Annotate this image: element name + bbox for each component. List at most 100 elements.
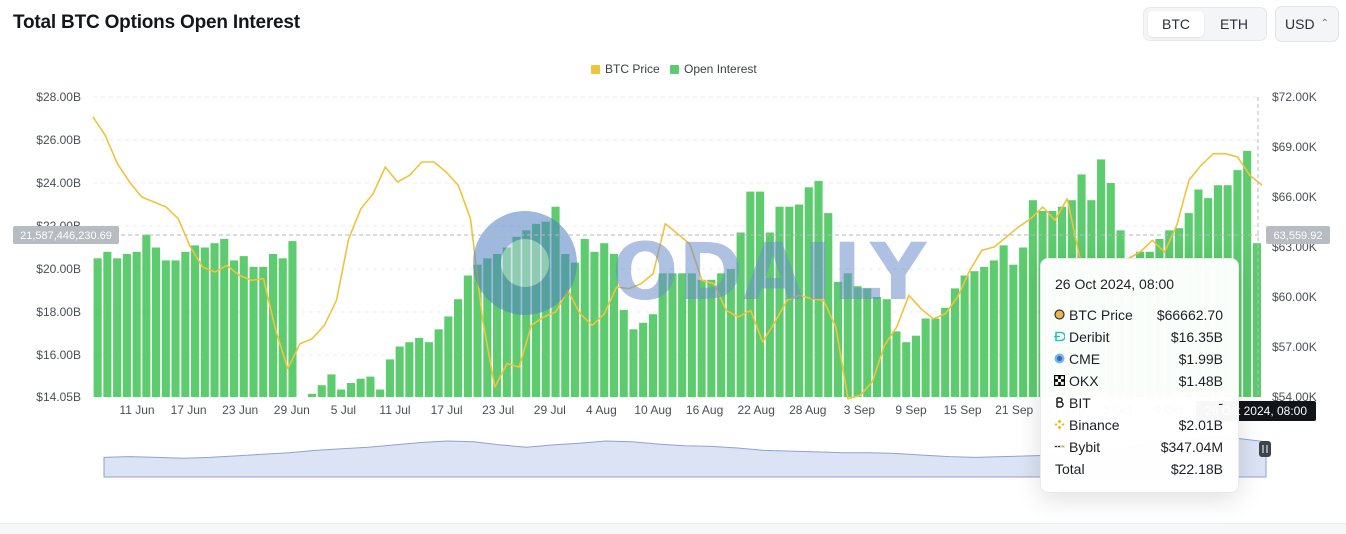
open-interest-bar bbox=[941, 307, 950, 397]
open-interest-bar bbox=[921, 318, 930, 397]
page-footer-divider bbox=[0, 523, 1346, 534]
open-interest-bar bbox=[113, 258, 122, 397]
open-interest-bar bbox=[424, 342, 433, 397]
tooltip-row-value: $347.04M bbox=[1160, 439, 1223, 455]
open-interest-bar bbox=[181, 251, 190, 397]
open-interest-bar bbox=[931, 318, 940, 397]
x-axis-tick-label: 4 Aug bbox=[586, 403, 617, 417]
chart-tooltip: 26 Oct 2024, 08:00 BTC Price $66662.70 Der… bbox=[1040, 258, 1239, 493]
open-interest-bar bbox=[415, 337, 424, 397]
tooltip-row-label: CME bbox=[1069, 351, 1101, 367]
x-axis-tick-label: 22 Aug bbox=[738, 403, 775, 417]
x-axis-tick-label: 5 Jul bbox=[331, 403, 356, 417]
odaily-watermark: ODAILY bbox=[473, 211, 928, 318]
binance-icon bbox=[1054, 419, 1065, 430]
x-axis-tick-label: 23 Jun bbox=[222, 403, 258, 417]
crosshair-right-readout: 63,559.92 bbox=[1274, 230, 1323, 242]
tooltip-row: OKX $1.48B bbox=[1054, 373, 1223, 391]
open-interest-bar bbox=[434, 329, 443, 397]
open-interest-bar bbox=[288, 241, 297, 397]
open-interest-bar bbox=[356, 378, 365, 397]
bybit-icon bbox=[1054, 441, 1065, 452]
tooltip-row-label: Binance bbox=[1069, 417, 1120, 433]
tooltip-row-label: Total bbox=[1055, 461, 1085, 477]
tooltip-row-value: $2.01B bbox=[1178, 417, 1223, 433]
open-interest-bar bbox=[648, 314, 657, 397]
left-axis-tick-label: $18.00B bbox=[36, 305, 81, 319]
okx-icon bbox=[1054, 375, 1065, 386]
open-interest-bar bbox=[385, 359, 394, 397]
navigator-handle[interactable] bbox=[1259, 441, 1271, 457]
right-axis-tick-label: $57.00K bbox=[1272, 340, 1317, 354]
open-interest-bar bbox=[171, 260, 180, 397]
x-axis-tick-label: 17 Jul bbox=[431, 403, 463, 417]
open-interest-bar bbox=[405, 342, 414, 397]
open-interest-bar bbox=[269, 254, 278, 397]
open-interest-bar bbox=[960, 275, 969, 397]
tooltip-row-value: $1.99B bbox=[1178, 351, 1223, 367]
tooltip-row: Total $22.18B bbox=[1054, 461, 1223, 479]
tooltip-row-value: - bbox=[1218, 395, 1223, 411]
open-interest-bar bbox=[444, 316, 453, 397]
left-axis-tick-label: $24.00B bbox=[36, 176, 81, 190]
open-interest-bar bbox=[1243, 150, 1252, 397]
open-interest-bar bbox=[307, 393, 316, 397]
cme-icon bbox=[1054, 353, 1065, 364]
left-axis-tick-label: $26.00B bbox=[36, 133, 81, 147]
open-interest-bar bbox=[999, 245, 1008, 397]
open-interest-bar bbox=[142, 234, 151, 397]
deribit-icon bbox=[1054, 331, 1065, 342]
right-axis-tick-label: $60.00K bbox=[1272, 290, 1317, 304]
open-interest-bar bbox=[93, 258, 102, 397]
open-interest-bar bbox=[970, 271, 979, 397]
tooltip-row-value: $1.48B bbox=[1178, 373, 1223, 389]
x-axis-tick-label: 29 Jul bbox=[534, 403, 566, 417]
open-interest-bar bbox=[327, 374, 336, 397]
open-interest-bar bbox=[989, 260, 998, 397]
open-interest-bar bbox=[454, 299, 463, 397]
open-interest-bar bbox=[366, 376, 375, 397]
x-axis-tick-label: 21 Sep bbox=[995, 403, 1033, 417]
left-axis-tick-label: $28.00B bbox=[36, 90, 81, 104]
open-interest-bar bbox=[210, 243, 219, 397]
open-interest-bar bbox=[980, 266, 989, 397]
tooltip-row-label: BTC Price bbox=[1069, 307, 1133, 323]
tooltip-row-label: Bybit bbox=[1069, 439, 1101, 455]
open-interest-bar bbox=[220, 238, 229, 397]
x-axis-tick-label: 11 Jul bbox=[379, 403, 410, 417]
open-interest-bar bbox=[346, 383, 355, 397]
tooltip-row: BIT - bbox=[1054, 395, 1223, 413]
open-interest-bar bbox=[161, 260, 170, 397]
open-interest-bar bbox=[911, 335, 920, 397]
watermark-logo-inner bbox=[501, 239, 549, 287]
open-interest-bar bbox=[639, 322, 648, 397]
tooltip-row-value: $66662.70 bbox=[1156, 307, 1223, 323]
open-interest-bar bbox=[629, 329, 638, 397]
right-axis-tick-label: $66.00K bbox=[1272, 190, 1317, 204]
left-axis-tick-label: $20.00B bbox=[36, 262, 81, 276]
tooltip-row-label: Deribit bbox=[1069, 329, 1110, 345]
tooltip-row: BTC Price $66662.70 bbox=[1054, 307, 1223, 325]
crosshair-left-readout: 21,587,446,230.69 bbox=[20, 230, 112, 242]
x-axis-tick-label: 17 Jun bbox=[171, 403, 207, 417]
tooltip-row: Bybit $347.04M bbox=[1054, 439, 1223, 457]
open-interest-bar bbox=[892, 331, 901, 397]
tooltip-date: 26 Oct 2024, 08:00 bbox=[1055, 276, 1175, 292]
x-axis-tick-label: 15 Sep bbox=[944, 403, 982, 417]
x-axis-tick-label: 23 Jul bbox=[482, 403, 514, 417]
tooltip-row-value: $22.18B bbox=[1170, 461, 1223, 477]
open-interest-bar bbox=[278, 258, 287, 397]
x-axis-tick-label: 3 Sep bbox=[844, 403, 876, 417]
x-axis-tick-label: 28 Aug bbox=[789, 403, 826, 417]
open-interest-bar bbox=[191, 245, 200, 397]
tooltip-row-label: BIT bbox=[1069, 395, 1091, 411]
open-interest-bar bbox=[395, 346, 404, 397]
open-interest-bar bbox=[1028, 200, 1037, 397]
open-interest-bar bbox=[337, 389, 346, 397]
open-interest-bar bbox=[103, 251, 112, 397]
open-interest-bar bbox=[376, 389, 385, 397]
tooltip-row-value: $16.35B bbox=[1170, 329, 1223, 345]
open-interest-bar bbox=[317, 385, 326, 397]
x-axis-tick-label: 10 Aug bbox=[634, 403, 671, 417]
tooltip-row: CME $1.99B bbox=[1054, 351, 1223, 369]
